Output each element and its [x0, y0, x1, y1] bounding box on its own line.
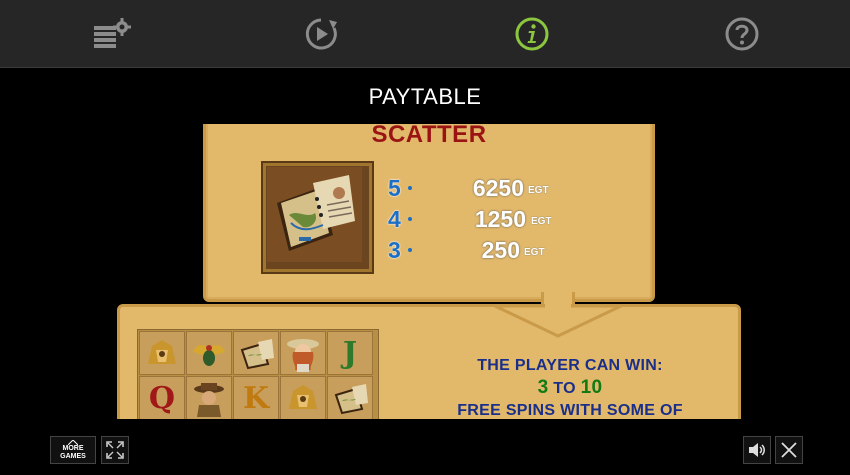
payout-currency: EGT [524, 247, 545, 258]
payout-value: 1250 [474, 206, 526, 232]
payout-row-5: 5 6250 EGT [388, 175, 648, 201]
more-games-line2: GAMES [60, 452, 86, 460]
more-games-line1: MORE [62, 444, 84, 452]
explorer-woman-icon [287, 339, 319, 372]
sphinx-icon [148, 340, 176, 364]
free-spins-to: TO [553, 380, 576, 397]
free-spins-max: 10 [580, 377, 603, 398]
reel-symbol-sphinx [139, 331, 185, 375]
reel-symbol-scarab [186, 331, 232, 375]
journal-icon [240, 339, 274, 370]
scatter-panel: SCATTER 5 6250 EGT 4 1250 EGT 3 250 EGT [203, 124, 655, 302]
journal-map-icon [267, 167, 362, 262]
help-icon [725, 17, 759, 51]
reel-symbol-q: Q [139, 376, 185, 419]
free-spins-line1: THE PLAYER CAN WIN: [477, 357, 663, 374]
payout-count: 4 [388, 206, 401, 232]
reel-symbol-journal-2 [327, 376, 373, 419]
replay-icon [305, 18, 337, 50]
top-toolbar [0, 0, 850, 68]
free-spins-line3: FREE SPINS WITH SOME OF [457, 402, 683, 419]
reel-symbol-j: J [327, 331, 373, 375]
speaker-icon [749, 443, 765, 457]
payout-currency: EGT [531, 216, 552, 227]
letter-k: K [242, 380, 270, 416]
close-icon [781, 442, 797, 458]
reel-grid: J Q K [137, 329, 379, 419]
payout-row-4: 4 1250 EGT [388, 206, 648, 232]
sphinx-icon [289, 385, 317, 409]
free-spins-range: 3 TO 10 [410, 377, 730, 400]
scatter-heading: SCATTER [371, 124, 487, 148]
paytable-settings-button[interactable] [90, 12, 134, 56]
payout-value: 6250 [472, 175, 524, 201]
close-button[interactable] [775, 436, 803, 464]
letter-q: Q [148, 380, 176, 416]
payout-count: 5 [388, 175, 401, 201]
payout-count: 3 [388, 237, 401, 263]
page-title: PAYTABLE [368, 84, 482, 109]
journal-icon [334, 384, 368, 415]
reel-symbol-sphinx-2 [280, 376, 326, 419]
letter-j: J [342, 335, 358, 371]
paytable-content[interactable]: SCATTER 5 6250 EGT 4 1250 EGT 3 250 EGT … [0, 124, 850, 419]
payout-currency: EGT [528, 185, 549, 196]
scatter-symbol [261, 161, 374, 274]
reel-symbol-journal [233, 331, 279, 375]
down-arrow-icon [494, 304, 622, 338]
info-button[interactable] [510, 12, 554, 56]
fullscreen-button[interactable] [101, 436, 129, 464]
sound-toggle-button[interactable] [743, 436, 771, 464]
reel-symbol-explorer-woman [280, 331, 326, 375]
reel-symbol-k: K [233, 376, 279, 419]
payout-row-3: 3 250 EGT [388, 237, 648, 263]
replay-button[interactable] [299, 12, 343, 56]
info-icon [515, 17, 549, 51]
bullet-dot-icon [408, 217, 412, 221]
payout-value: 250 [481, 237, 520, 263]
paytable-settings-icon [94, 18, 131, 48]
scarab-icon [193, 345, 225, 366]
help-button[interactable] [720, 12, 764, 56]
explorer-man-icon [194, 383, 224, 417]
free-spins-min: 3 [537, 377, 549, 398]
fullscreen-icon [106, 441, 124, 459]
reel-symbol-explorer-man [186, 376, 232, 419]
free-spins-panel: J Q K THE PLAYER CAN WIN: 3 TO 10 FREE S… [117, 304, 741, 419]
more-games-button[interactable]: MORE GAMES [50, 436, 96, 464]
bullet-dot-icon [408, 186, 412, 190]
free-spins-description: THE PLAYER CAN WIN: 3 TO 10 FREE SPINS W… [410, 355, 730, 419]
